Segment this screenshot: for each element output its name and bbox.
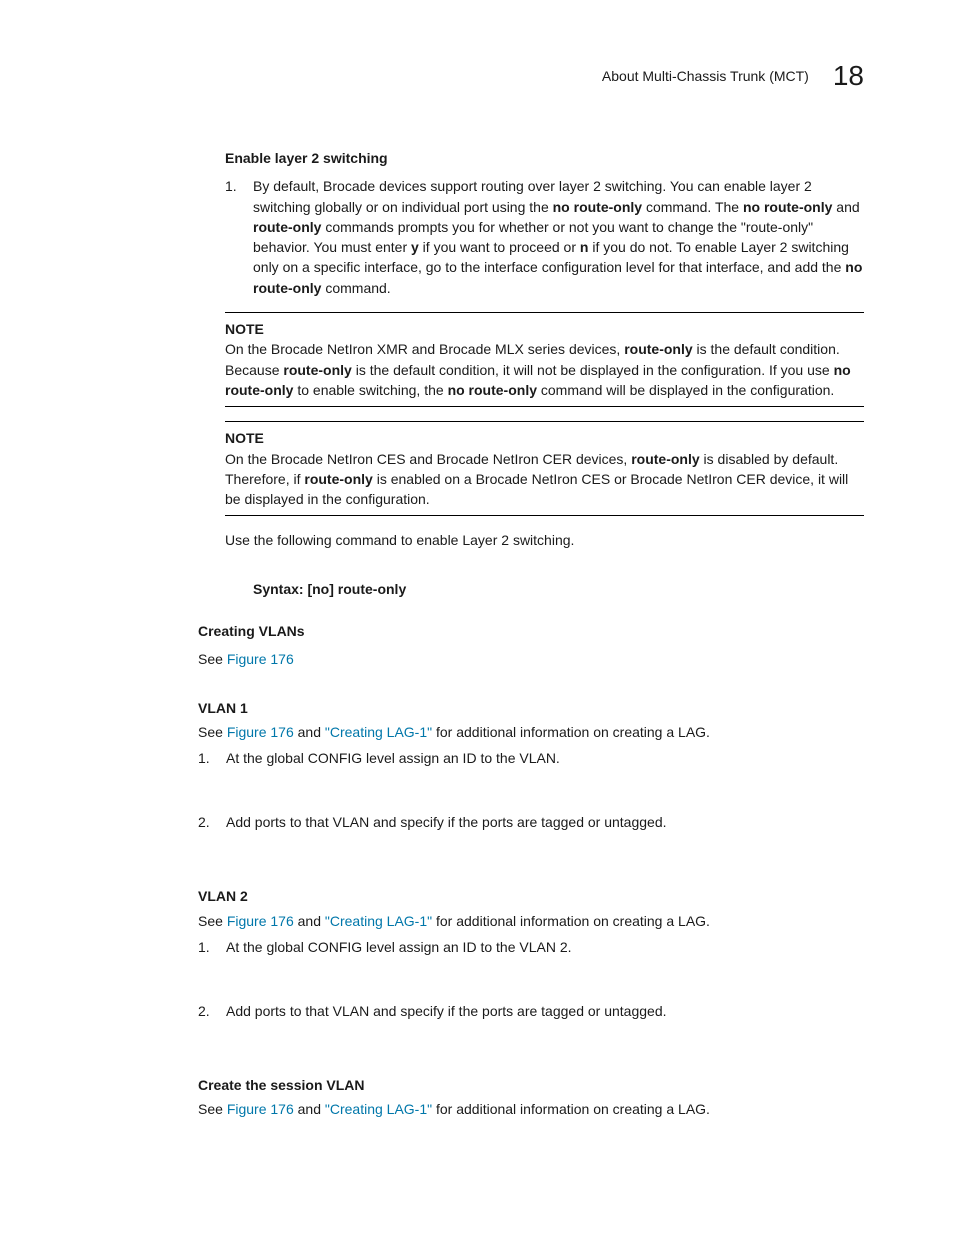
content-full-width: Creating VLANs See Figure 176 VLAN 1 See…	[198, 621, 864, 1119]
syntax-line: Syntax: [no] route-only	[253, 579, 864, 599]
session-vlan-see-line: See Figure 176 and "Creating LAG-1" for …	[198, 1099, 864, 1119]
list-text: Add ports to that VLAN and specify if th…	[226, 1003, 864, 1019]
xref-creating-lag-1[interactable]: "Creating LAG-1"	[325, 1101, 432, 1117]
chapter-number: 18	[833, 60, 864, 92]
xref-figure-176[interactable]: Figure 176	[227, 913, 294, 929]
heading-vlan2: VLAN 2	[198, 886, 864, 906]
vlan1-see-line: See Figure 176 and "Creating LAG-1" for …	[198, 722, 864, 742]
xref-figure-176[interactable]: Figure 176	[227, 1101, 294, 1117]
content-body: Enable layer 2 switching 1. By default, …	[225, 148, 864, 599]
page: About Multi-Chassis Trunk (MCT) 18 Enabl…	[0, 0, 954, 1235]
list-number: 1.	[198, 750, 226, 766]
heading-session-vlan: Create the session VLAN	[198, 1075, 864, 1095]
note-label: NOTE	[225, 428, 864, 448]
header-title: About Multi-Chassis Trunk (MCT)	[602, 68, 809, 84]
heading-enable-l2: Enable layer 2 switching	[225, 148, 864, 168]
see-line: See Figure 176	[198, 649, 864, 669]
heading-creating-vlans: Creating VLANs	[198, 621, 864, 641]
xref-figure-176[interactable]: Figure 176	[227, 651, 294, 667]
list-number: 2.	[198, 1003, 226, 1019]
note-label: NOTE	[225, 319, 864, 339]
vlan2-steps: 1. At the global CONFIG level assign an …	[198, 939, 864, 1019]
note-block-1: NOTE On the Brocade NetIron XMR and Broc…	[225, 312, 864, 407]
list-text: At the global CONFIG level assign an ID …	[226, 750, 864, 766]
list-item: 1. At the global CONFIG level assign an …	[198, 939, 864, 955]
list-item: 2. Add ports to that VLAN and specify if…	[198, 814, 864, 830]
list-item: 1. At the global CONFIG level assign an …	[198, 750, 864, 766]
page-header: About Multi-Chassis Trunk (MCT) 18	[90, 60, 864, 92]
list-item-1: 1. By default, Brocade devices support r…	[225, 176, 864, 298]
para-use-command: Use the following command to enable Laye…	[225, 530, 864, 550]
list-number: 1.	[225, 176, 253, 298]
list-number: 2.	[198, 814, 226, 830]
xref-creating-lag-1[interactable]: "Creating LAG-1"	[325, 913, 432, 929]
list-number: 1.	[198, 939, 226, 955]
note-text: On the Brocade NetIron CES and Brocade N…	[225, 449, 864, 510]
list-item: 2. Add ports to that VLAN and specify if…	[198, 1003, 864, 1019]
heading-vlan1: VLAN 1	[198, 698, 864, 718]
list-text: Add ports to that VLAN and specify if th…	[226, 814, 864, 830]
xref-creating-lag-1[interactable]: "Creating LAG-1"	[325, 724, 432, 740]
xref-figure-176[interactable]: Figure 176	[227, 724, 294, 740]
vlan1-steps: 1. At the global CONFIG level assign an …	[198, 750, 864, 830]
vlan2-see-line: See Figure 176 and "Creating LAG-1" for …	[198, 911, 864, 931]
note-block-2: NOTE On the Brocade NetIron CES and Broc…	[225, 421, 864, 516]
list-text: By default, Brocade devices support rout…	[253, 176, 864, 298]
note-text: On the Brocade NetIron XMR and Brocade M…	[225, 339, 864, 400]
list-text: At the global CONFIG level assign an ID …	[226, 939, 864, 955]
